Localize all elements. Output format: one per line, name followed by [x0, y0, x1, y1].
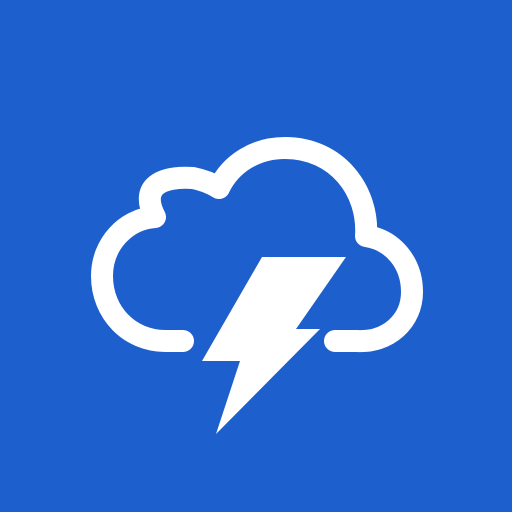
- app-icon-tile[interactable]: [0, 0, 512, 512]
- tile-background: [0, 0, 512, 512]
- thunderstorm-icon: [0, 0, 512, 512]
